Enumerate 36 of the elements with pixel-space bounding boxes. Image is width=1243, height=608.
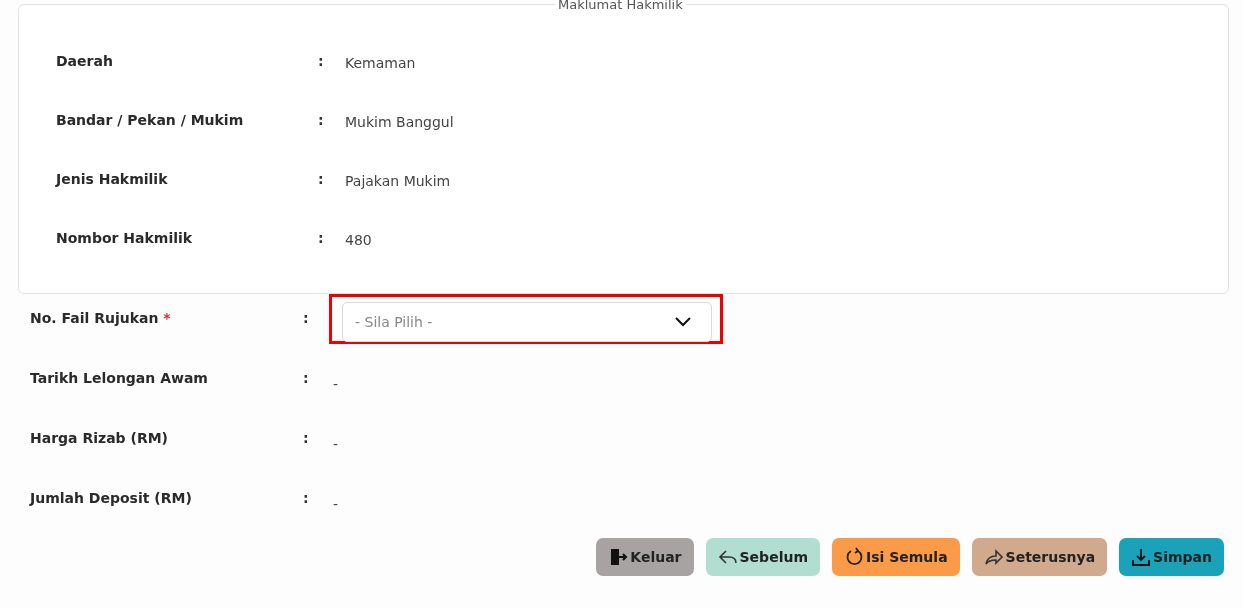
dropdown[interactable]: - Sila Pilih - [342,302,712,342]
field-value: Mukim Banggul [345,113,454,130]
field-value: - [332,435,339,454]
action-button[interactable]: Keluar [596,538,694,576]
section-title: Maklumat Hakmilik [555,0,686,12]
reload-icon [844,547,864,567]
colon: : [303,369,310,388]
colon: : [303,309,310,328]
field-value: Kemaman [345,54,416,71]
colon: : [303,489,310,508]
field-label: Bandar / Pekan / Mukim [56,112,245,128]
field-label: Jumlah Deposit (RM) [30,489,193,508]
colon: : [318,230,325,246]
action-button[interactable]: Sebelum [705,538,820,576]
colon: : [318,112,325,128]
chevron-down-icon [675,317,691,327]
field-label: Tarikh Lelongan Awam [30,369,209,388]
action-button[interactable]: Isi Semula [832,538,960,576]
download-icon [1131,547,1152,567]
field-label: Harga Rizab (RM) [30,429,169,448]
field-value: - [332,495,339,514]
field-label: Daerah [56,53,114,69]
colon: : [318,171,325,187]
field-label: No. Fail Rujukan [30,310,159,326]
field-value: 480 [345,231,372,248]
field-value: Pajakan Mukim [345,172,451,189]
action-button[interactable]: Simpan [1119,538,1224,576]
colon: : [303,429,310,448]
field-label: Jenis Hakmilik [56,171,169,187]
field-label: Nombor Hakmilik [56,230,194,246]
field-value: - [332,375,339,394]
forward-arrow-icon [983,547,1004,567]
action-button[interactable]: Seterusnya [971,538,1108,576]
exit-door-icon [608,547,629,567]
colon: : [318,53,325,69]
required-mark: * [163,310,171,326]
